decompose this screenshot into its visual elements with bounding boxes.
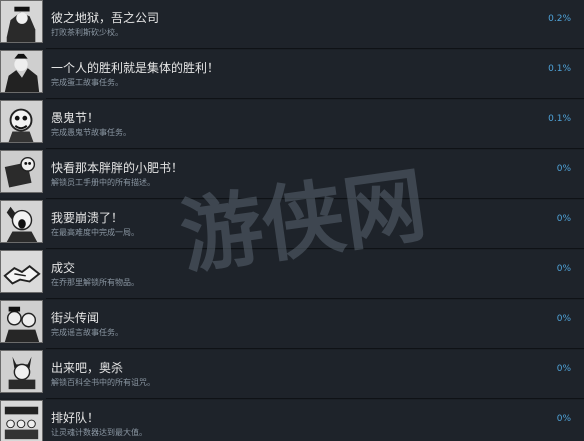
soldier-portrait-icon xyxy=(0,0,43,43)
whisper-character-icon xyxy=(0,300,43,343)
demon-book-icon xyxy=(0,350,43,393)
achievement-list: 彼之地狱，吾之公司 打败茶利斯砍少校。 0.2% 一个人的胜利就是集体的胜利！ … xyxy=(0,0,584,441)
achievement-title: 我要崩溃了！ xyxy=(51,211,124,225)
queue-crowd-icon xyxy=(0,400,43,441)
unlock-percentage: 0.1% xyxy=(548,114,571,124)
achievement-title: 出来吧，奥杀 xyxy=(51,361,124,375)
jester-ghost-icon xyxy=(0,100,43,143)
handshake-icon xyxy=(0,250,43,293)
unlock-percentage: 0% xyxy=(556,314,571,324)
achievement-description: 让灵魂计数器达到最大值。 xyxy=(51,428,147,437)
achievement-description: 完成愚鬼节故事任务。 xyxy=(51,128,131,137)
achievement-row[interactable]: 街头传闻 完成谣言故事任务。 0% xyxy=(0,300,584,349)
achievement-row[interactable]: 出来吧，奥杀 解锁百科全书中的所有诅咒。 0% xyxy=(0,350,584,399)
achievement-description: 在最高难度中完成一局。 xyxy=(51,228,139,237)
achievement-title: 排好队！ xyxy=(51,411,100,425)
achievement-title: 彼之地狱，吾之公司 xyxy=(51,11,160,25)
achievement-description: 打败茶利斯砍少校。 xyxy=(51,28,123,37)
achievement-description: 解锁百科全书中的所有诅咒。 xyxy=(51,378,155,387)
screaming-face-icon xyxy=(0,200,43,243)
achievement-row[interactable]: 排好队！ 让灵魂计数器达到最大值。 0% xyxy=(0,400,584,441)
worker-crowd-icon xyxy=(0,50,43,93)
achievement-row[interactable]: 愚鬼节！ 完成愚鬼节故事任务。 0.1% xyxy=(0,100,584,149)
achievement-row[interactable]: 彼之地狱，吾之公司 打败茶利斯砍少校。 0.2% xyxy=(0,0,584,49)
achievement-row[interactable]: 成交 在乔那里解锁所有物品。 0% xyxy=(0,250,584,299)
achievement-title: 成交 xyxy=(51,261,76,275)
achievement-description: 完成谣言故事任务。 xyxy=(51,328,123,337)
unlock-percentage: 0.2% xyxy=(548,14,571,24)
unlock-percentage: 0.1% xyxy=(548,64,571,74)
achievement-description: 完成蛋工故事任务。 xyxy=(51,78,123,87)
unlock-percentage: 0% xyxy=(556,164,571,174)
achievement-row[interactable]: 我要崩溃了！ 在最高难度中完成一局。 0% xyxy=(0,200,584,249)
achievement-description: 解锁员工手册中的所有描述。 xyxy=(51,178,155,187)
unlock-percentage: 0% xyxy=(556,364,571,374)
achievement-row[interactable]: 一个人的胜利就是集体的胜利！ 完成蛋工故事任务。 0.1% xyxy=(0,50,584,99)
achievement-title: 愚鬼节！ xyxy=(51,111,100,125)
unlock-percentage: 0% xyxy=(556,214,571,224)
handbook-character-icon xyxy=(0,150,43,193)
achievement-description: 在乔那里解锁所有物品。 xyxy=(51,278,139,287)
unlock-percentage: 0% xyxy=(556,414,571,424)
achievement-title: 街头传闻 xyxy=(51,311,100,325)
achievement-title: 一个人的胜利就是集体的胜利！ xyxy=(51,61,220,75)
achievement-title: 快看那本胖胖的小肥书！ xyxy=(51,161,184,175)
unlock-percentage: 0% xyxy=(556,264,571,274)
achievement-row[interactable]: 快看那本胖胖的小肥书！ 解锁员工手册中的所有描述。 0% xyxy=(0,150,584,199)
